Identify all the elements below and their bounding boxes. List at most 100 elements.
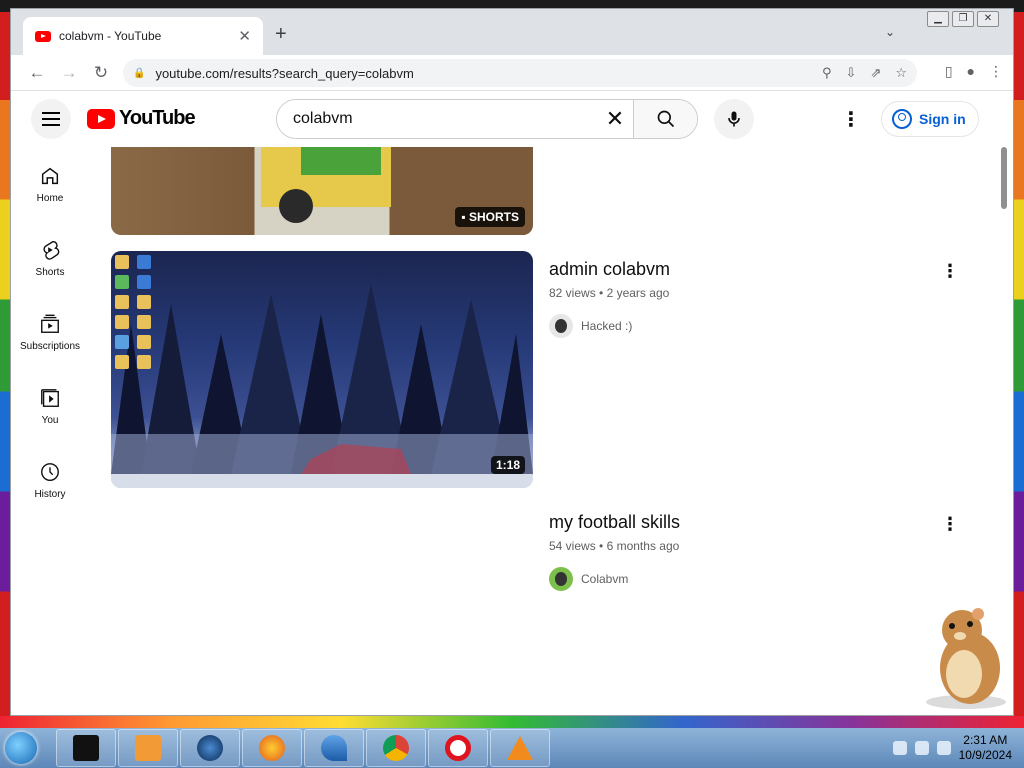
forward-button[interactable]: → [53, 63, 85, 83]
shorts-icon [43, 240, 60, 260]
taskbar-app-firefox[interactable] [242, 729, 302, 767]
youtube-play-icon [87, 108, 115, 129]
share-icon[interactable]: ⇗ [870, 65, 881, 81]
voice-search-button[interactable] [714, 99, 754, 139]
history-icon [41, 462, 59, 481]
channel-name: Colabvm [581, 572, 629, 586]
mini-guide: Home Shorts Subscriptions You History [11, 147, 89, 517]
zoom-icon[interactable]: ⚲ [822, 65, 832, 81]
windows-taskbar: 2:31 AM 10/9/2024 [0, 728, 1024, 768]
maximize-button[interactable]: ❐ [952, 11, 974, 27]
reload-button[interactable]: ↻ [85, 63, 117, 83]
sidebar-item-you[interactable]: You [11, 369, 89, 443]
network-icon[interactable] [892, 741, 907, 755]
channel-avatar [549, 567, 573, 591]
wireshark-icon [321, 735, 347, 761]
bookmark-star-icon[interactable]: ☆ [895, 65, 907, 81]
system-clock[interactable]: 2:31 AM 10/9/2024 [959, 733, 1012, 763]
video-thumbnail[interactable]: 1:18 [111, 251, 533, 488]
account-icon [892, 109, 912, 129]
settings-kebab-icon[interactable]: ⋮ [841, 107, 861, 132]
sidebar-label: History [34, 488, 66, 500]
back-button[interactable]: ← [21, 63, 53, 83]
desktop-bottom-strip [0, 716, 1024, 728]
browser-toolbar: ← → ↻ 🔒 youtube.com/results?search_query… [11, 55, 1013, 91]
volume-icon[interactable] [936, 741, 951, 755]
address-bar[interactable]: 🔒 youtube.com/results?search_query=colab… [123, 59, 917, 87]
sidebar-item-home[interactable]: Home [11, 147, 89, 221]
media-player-icon [135, 735, 161, 761]
forklift-image [261, 147, 391, 223]
search-button[interactable] [633, 100, 697, 138]
lock-icon: 🔒 [133, 67, 146, 79]
sidebar-label: You [41, 414, 59, 426]
video-action-menu-icon[interactable]: ⋮ [941, 261, 959, 282]
tab-youtube[interactable]: colabvm - YouTube ✕ [23, 17, 263, 55]
tab-title: colabvm - YouTube [59, 29, 162, 43]
sign-in-button[interactable]: Sign in [881, 101, 979, 137]
logo-text: YouTube [119, 107, 196, 129]
close-window-button[interactable]: ✕ [977, 11, 999, 27]
clock-date: 10/9/2024 [958, 748, 1012, 762]
channel-row[interactable]: Colabvm [549, 567, 979, 591]
browser-window: colabvm - YouTube ✕ + ⌄ ▁ ❐ ✕ ← → ↻ 🔒 yo… [10, 8, 1014, 716]
duration-badge: 1:18 [490, 456, 525, 474]
youtube-logo[interactable]: YouTube [87, 107, 196, 130]
taskbar-app-shark[interactable] [304, 729, 364, 767]
clock-time: 2:31 AM [963, 733, 1008, 747]
youtube-header: YouTube ✕ ⋮ Sign in [11, 91, 1013, 147]
shorts-badge: ▪ SHORTS [455, 207, 525, 227]
tab-strip: colabvm - YouTube ✕ + ⌄ ▁ ❐ ✕ [11, 9, 1013, 55]
channel-avatar [549, 314, 573, 338]
channel-row[interactable]: Hacked :) [549, 314, 979, 338]
minimize-button[interactable]: ▁ [927, 11, 949, 27]
sidebar-label: Home [36, 192, 64, 204]
search-icon [657, 110, 674, 128]
subscriptions-icon [41, 314, 59, 333]
sidebar-label: Shorts [35, 266, 65, 278]
video-title[interactable]: my football skills [549, 512, 979, 533]
video-meta: 82 views • 2 years ago [549, 286, 670, 300]
shorts-thumbnail[interactable]: ▪ SHORTS [111, 147, 533, 235]
start-button[interactable] [0, 728, 42, 768]
video-action-menu-icon[interactable]: ⋮ [941, 514, 959, 535]
guide-menu-button[interactable] [31, 99, 71, 139]
video-meta: 54 views • 6 months ago [549, 539, 680, 553]
install-app-icon[interactable]: ⇩ [846, 65, 857, 81]
desktop-icons [115, 255, 155, 369]
sidebar-item-shorts[interactable]: Shorts [11, 221, 89, 295]
sidebar-label: Subscriptions [19, 340, 81, 352]
chrome-icon [383, 735, 409, 761]
new-tab-button[interactable]: + [275, 23, 287, 46]
search-box: ✕ [276, 99, 698, 139]
you-icon [41, 388, 59, 407]
taskbar-app-terminal[interactable] [56, 729, 116, 767]
taskbar-app-chrome[interactable] [366, 729, 426, 767]
tab-search-chevron-icon[interactable]: ⌄ [885, 25, 895, 39]
browser-menu-icon[interactable]: ⋮ [989, 63, 1003, 80]
monitor-icon[interactable] [914, 741, 929, 755]
firefox-icon [259, 735, 285, 761]
taskbar-app-globe[interactable] [180, 729, 240, 767]
clear-search-icon[interactable]: ✕ [597, 106, 633, 132]
search-results: ▪ SHORTS 1:18 admin colabvm 82 views • 2… [111, 147, 991, 715]
video-info-1: admin colabvm 82 views • 2 years ago Hac… [549, 259, 979, 338]
windows-orb-icon [5, 732, 37, 764]
microphone-icon [728, 111, 740, 127]
scrollbar-thumb[interactable] [1001, 147, 1007, 209]
profile-icon[interactable]: ● [967, 63, 975, 80]
url-text: youtube.com/results?search_query=colabvm [155, 65, 414, 81]
sidebar-item-subscriptions[interactable]: Subscriptions [11, 295, 89, 369]
taskbar-app-media[interactable] [118, 729, 178, 767]
taskbar-app-opera[interactable] [428, 729, 488, 767]
window-controls: ▁ ❐ ✕ [927, 11, 999, 27]
video-title[interactable]: admin colabvm [549, 259, 979, 280]
sidebar-item-history[interactable]: History [11, 443, 89, 517]
hamster-sticker-image [926, 608, 1006, 709]
tab-close-icon[interactable]: ✕ [238, 27, 251, 45]
side-panel-icon[interactable]: ▯ [945, 63, 953, 80]
video-info-2: my football skills 54 views • 6 months a… [549, 512, 979, 591]
terminal-icon [73, 735, 99, 761]
taskbar-app-vlc[interactable] [490, 729, 550, 767]
search-input[interactable] [277, 100, 597, 138]
